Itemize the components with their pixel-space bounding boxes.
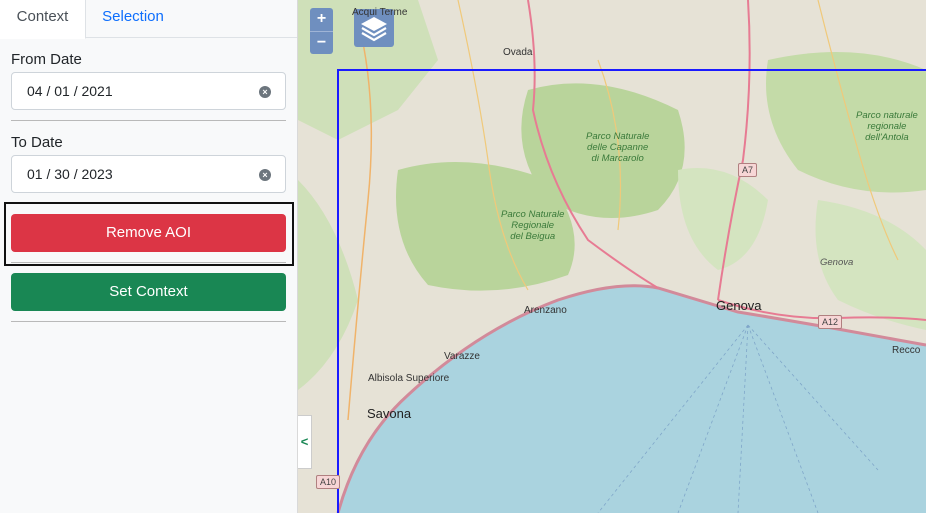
map-label-park-beigua: Parco Naturale Regionale del Beigua — [501, 209, 565, 242]
map-view[interactable]: + − Acqui Terme Ovada Parco Naturale del… — [298, 0, 926, 513]
road-shield-a12: A12 — [818, 315, 843, 329]
map-label-arenzano: Arenzano — [524, 305, 567, 316]
to-date-value: 01 / 30 / 2023 — [27, 166, 113, 182]
tab-context[interactable]: Context — [0, 0, 86, 39]
from-date-label: From Date — [11, 51, 82, 68]
from-date-input[interactable]: 04 / 01 / 2021 × — [11, 72, 286, 110]
road-shield-a10: A10 — [316, 475, 341, 489]
zoom-in-button[interactable]: + — [310, 8, 333, 31]
to-date-input[interactable]: 01 / 30 / 2023 × — [11, 155, 286, 193]
road-shield-a7: A7 — [738, 163, 758, 177]
map-label-genova: Genova — [716, 298, 762, 313]
divider — [11, 120, 286, 121]
to-date-label: To Date — [11, 134, 63, 151]
map-label-acqui-terme: Acqui Terme — [352, 7, 408, 18]
map-label-park-antola: Parco naturale regionale dell'Antola — [856, 110, 918, 143]
map-label-ovada: Ovada — [503, 47, 533, 58]
map-label-varazze: Varazze — [444, 351, 480, 362]
remove-aoi-button[interactable]: Remove AOI — [11, 214, 286, 252]
map-label-savona: Savona — [367, 406, 412, 421]
collapse-sidebar-button[interactable]: < — [298, 415, 312, 469]
tab-selection[interactable]: Selection — [86, 0, 180, 38]
from-date-value: 04 / 01 / 2021 — [27, 83, 113, 99]
zoom-out-button[interactable]: − — [310, 31, 333, 54]
sidebar: Context Selection From Date 04 / 01 / 20… — [0, 0, 298, 513]
clear-icon[interactable]: × — [259, 86, 271, 98]
app-root: Context Selection From Date 04 / 01 / 20… — [0, 0, 926, 513]
zoom-control: + − — [310, 8, 333, 54]
clear-icon[interactable]: × — [259, 169, 271, 181]
set-context-button[interactable]: Set Context — [11, 273, 286, 311]
map-label-recco: Recco — [892, 345, 921, 356]
map-label-park-capanne: Parco Naturale delle Capanne di Marcarol… — [586, 131, 650, 164]
divider — [11, 321, 286, 322]
map-label-albisola: Albisola Superiore — [368, 373, 450, 384]
tab-bar: Context Selection — [0, 0, 297, 39]
divider — [11, 262, 286, 263]
map-label-genova-small: Genova — [820, 257, 854, 268]
